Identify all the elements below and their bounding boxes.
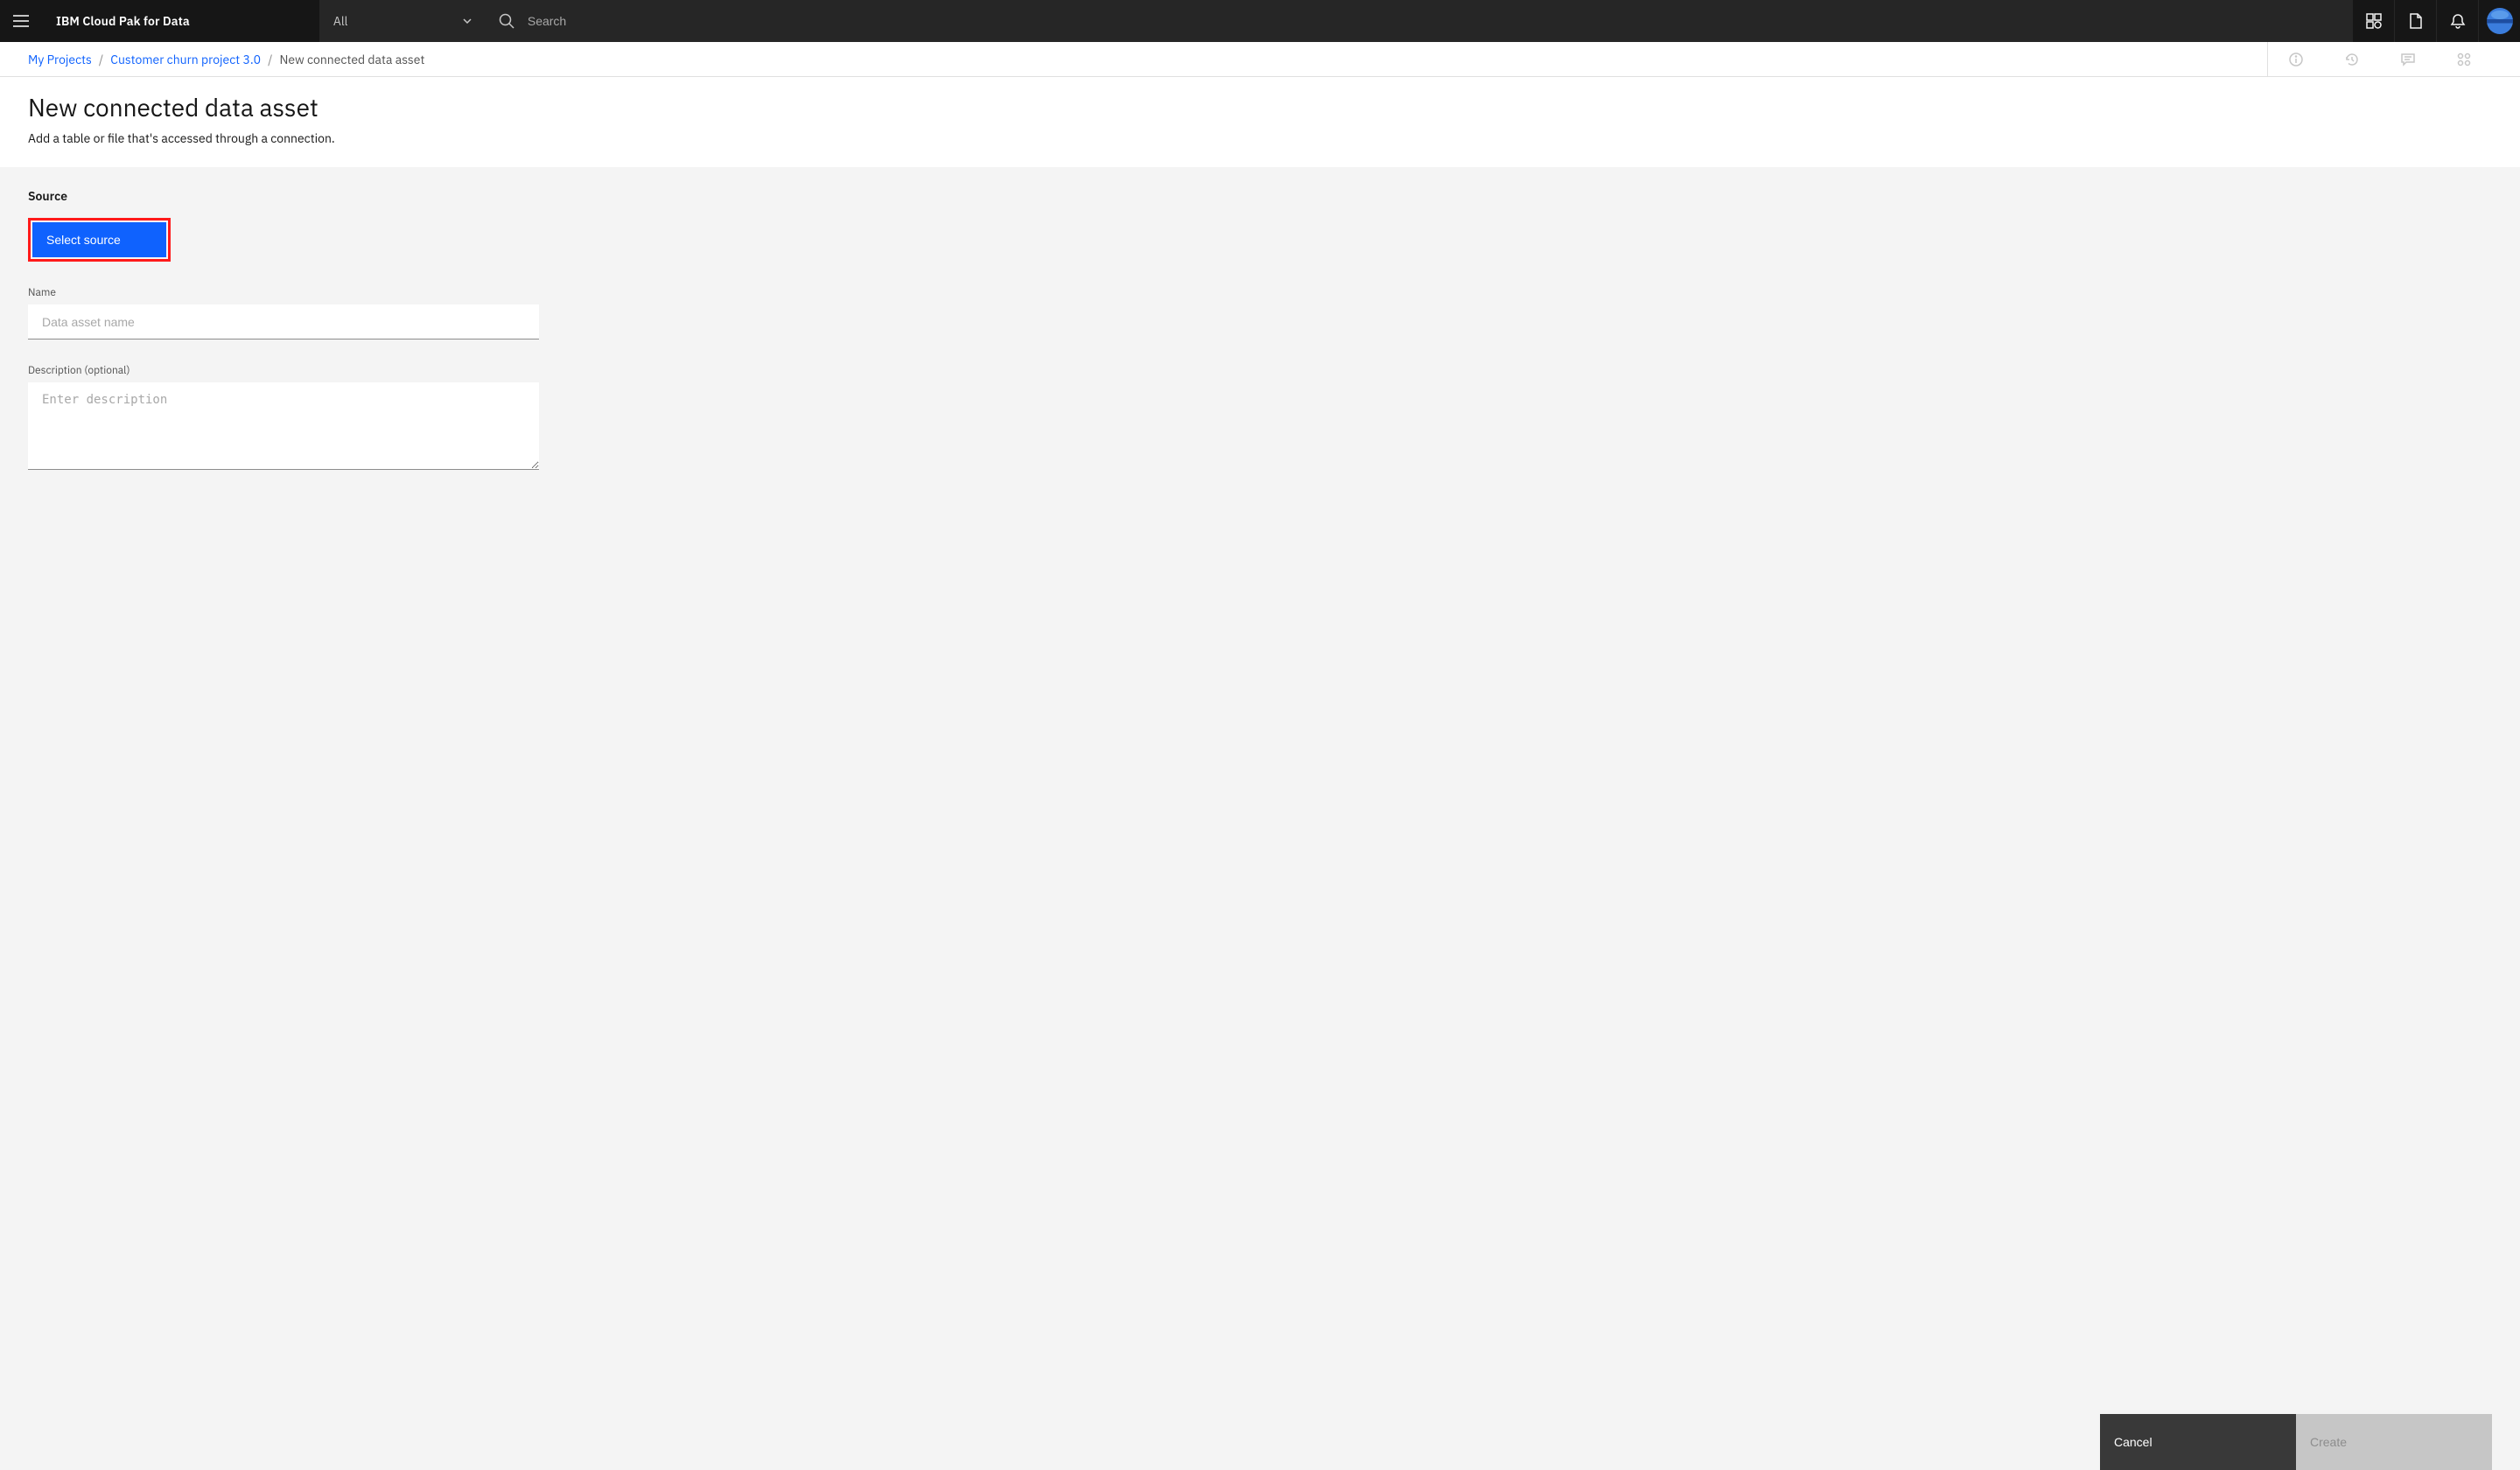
description-field-label: Description (optional) (28, 364, 539, 377)
breadcrumb-tools (2267, 42, 2492, 76)
search-input[interactable] (528, 0, 2342, 42)
document-icon (2409, 13, 2423, 29)
hamburger-icon (13, 15, 29, 27)
bell-icon (2450, 13, 2466, 29)
history-icon (2345, 52, 2359, 66)
name-field-group: Name (28, 286, 539, 340)
catalog-icon (2366, 13, 2382, 29)
notifications-button[interactable] (2436, 0, 2478, 42)
page-subtitle: Add a table or file that's accessed thro… (28, 130, 2492, 146)
history-icon-button[interactable] (2324, 42, 2380, 76)
name-input[interactable] (28, 304, 539, 340)
create-button[interactable]: Create (2296, 1414, 2492, 1470)
description-field-group: Description (optional) (28, 364, 539, 473)
scope-label: All (333, 13, 348, 29)
document-icon-button[interactable] (2394, 0, 2436, 42)
catalog-icon-button[interactable] (2352, 0, 2394, 42)
description-textarea[interactable] (28, 382, 539, 470)
settings-icon-button[interactable] (2436, 42, 2492, 76)
source-section-label: Source (28, 188, 2492, 204)
name-field-label: Name (28, 286, 539, 299)
select-source-button[interactable]: Select source (32, 222, 166, 257)
comments-icon-button[interactable] (2380, 42, 2436, 76)
info-icon (2289, 52, 2303, 66)
breadcrumb: My Projects / Customer churn project 3.0… (28, 52, 424, 67)
settings-icon (2457, 52, 2471, 66)
hamburger-menu-button[interactable] (0, 0, 42, 42)
chevron-down-icon (463, 15, 472, 27)
form-area: Source Select source Name Description (o… (0, 167, 2520, 1470)
search-icon (496, 10, 517, 32)
breadcrumb-separator: / (99, 52, 103, 67)
avatar-icon (2487, 8, 2513, 34)
breadcrumb-bar: My Projects / Customer churn project 3.0… (0, 42, 2520, 77)
top-header: IBM Cloud Pak for Data All (0, 0, 2520, 42)
cancel-button[interactable]: Cancel (2100, 1414, 2296, 1470)
footer-actions: Cancel Create (2100, 1414, 2492, 1470)
chat-icon (2401, 52, 2415, 66)
search-bar[interactable] (486, 0, 2352, 42)
brand-title: IBM Cloud Pak for Data (42, 0, 197, 42)
breadcrumb-project-link[interactable]: Customer churn project 3.0 (110, 52, 261, 67)
page-header: New connected data asset Add a table or … (0, 77, 2520, 167)
select-source-highlight: Select source (28, 218, 171, 262)
breadcrumb-root-link[interactable]: My Projects (28, 52, 92, 67)
scope-selector[interactable]: All (319, 0, 486, 42)
header-action-icons (2352, 0, 2520, 42)
breadcrumb-separator: / (268, 52, 272, 67)
info-icon-button[interactable] (2268, 42, 2324, 76)
user-avatar[interactable] (2478, 0, 2520, 42)
breadcrumb-current: New connected data asset (279, 52, 424, 67)
page-title: New connected data asset (28, 91, 2492, 123)
